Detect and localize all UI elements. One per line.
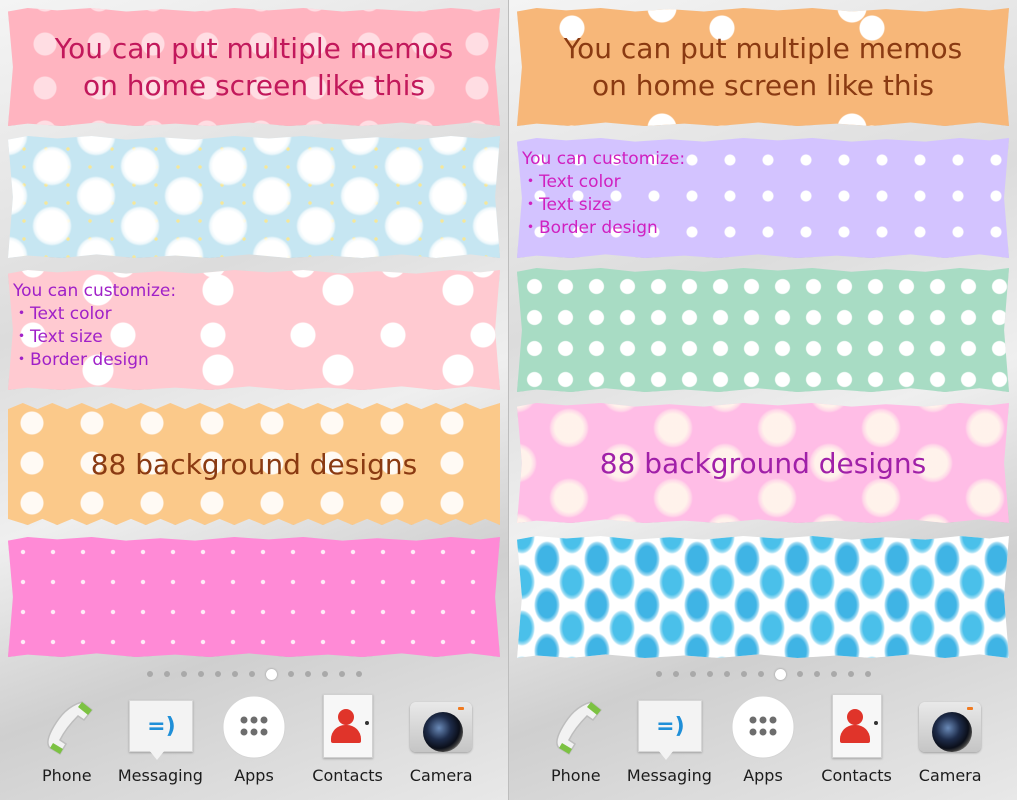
page-dot[interactable] xyxy=(796,671,803,677)
dock-camera[interactable]: Camera xyxy=(396,690,486,785)
camera-icon xyxy=(408,694,474,760)
memo-text xyxy=(8,136,500,258)
page-dot[interactable] xyxy=(231,671,238,677)
page-dot[interactable] xyxy=(689,671,696,677)
memo-text: You can put multiple memos on home scree… xyxy=(563,32,963,102)
memo-widget[interactable] xyxy=(8,136,500,258)
page-dot[interactable] xyxy=(321,671,328,677)
dock-label: Messaging xyxy=(117,766,203,785)
memo-widget[interactable]: You can customize: ・Text color ・Text siz… xyxy=(8,270,500,390)
memo-widget[interactable]: 88 background designs xyxy=(8,403,500,525)
page-dot[interactable] xyxy=(757,671,764,677)
dock-messaging[interactable]: =) Messaging xyxy=(624,690,714,785)
dock-label: Phone xyxy=(42,766,92,785)
phone-icon xyxy=(543,694,609,760)
dock-contacts[interactable]: Contacts xyxy=(812,690,902,785)
page-dot[interactable] xyxy=(146,671,153,677)
home-screen-left: You can put multiple memos on home scree… xyxy=(0,0,508,800)
page-dot[interactable] xyxy=(180,671,187,677)
dock-label: Camera xyxy=(409,766,473,785)
page-dot[interactable] xyxy=(355,671,362,677)
memo-text: 88 background designs xyxy=(90,447,418,481)
page-dot[interactable] xyxy=(672,671,679,677)
dock-label: Messaging xyxy=(626,766,712,785)
apps-icon xyxy=(730,694,796,760)
page-dot[interactable] xyxy=(864,671,871,677)
dock-label: Contacts xyxy=(821,766,892,785)
dock-contacts[interactable]: Contacts xyxy=(303,690,393,785)
dock-apps[interactable]: Apps xyxy=(209,690,299,785)
page-dot[interactable] xyxy=(248,671,255,677)
memo-widget[interactable]: 88 background designs xyxy=(517,403,1009,523)
memo-widget[interactable] xyxy=(517,268,1009,392)
page-dot[interactable] xyxy=(847,671,854,677)
page-dot[interactable] xyxy=(813,671,820,677)
page-dot-active[interactable] xyxy=(774,668,786,680)
memo-text xyxy=(517,536,1009,658)
memo-text: You can put multiple memos on home scree… xyxy=(54,32,454,102)
memo-text xyxy=(8,537,500,657)
page-dot[interactable] xyxy=(655,671,662,677)
page-dot[interactable] xyxy=(830,671,837,677)
messaging-icon: =) xyxy=(636,694,703,760)
dock-label: Contacts xyxy=(312,766,383,785)
dock-phone[interactable]: Phone xyxy=(531,690,621,785)
home-screen-right: You can put multiple memos on home scree… xyxy=(509,0,1017,800)
camera-icon xyxy=(917,694,983,760)
page-dot[interactable] xyxy=(214,671,221,677)
apps-icon xyxy=(221,694,287,760)
messaging-icon: =) xyxy=(127,694,194,760)
memo-widget[interactable]: You can put multiple memos on home scree… xyxy=(8,8,500,126)
dock-apps[interactable]: Apps xyxy=(718,690,808,785)
memo-text xyxy=(517,268,1009,392)
dock-messaging[interactable]: =) Messaging xyxy=(115,690,205,785)
dock-phone[interactable]: Phone xyxy=(22,690,112,785)
dock: Phone =) Messaging Apps Contacts Camera xyxy=(0,690,508,800)
page-dot[interactable] xyxy=(287,671,294,677)
page-dot[interactable] xyxy=(740,671,747,677)
dock-label: Apps xyxy=(234,766,274,785)
page-dot[interactable] xyxy=(723,671,730,677)
phone-icon xyxy=(34,694,100,760)
memo-text: 88 background designs xyxy=(599,446,927,480)
page-dot[interactable] xyxy=(706,671,713,677)
page-dot[interactable] xyxy=(163,671,170,677)
memo-widget[interactable] xyxy=(8,537,500,657)
dock-label: Camera xyxy=(918,766,982,785)
page-dot[interactable] xyxy=(304,671,311,677)
memo-widget[interactable]: You can put multiple memos on home scree… xyxy=(517,8,1009,126)
page-dot-active[interactable] xyxy=(265,668,277,680)
page-dot[interactable] xyxy=(197,671,204,677)
dock: Phone =) Messaging Apps Contacts Camera xyxy=(509,690,1017,800)
memo-widget[interactable] xyxy=(517,536,1009,658)
dock-label: Phone xyxy=(551,766,601,785)
memo-widget[interactable]: You can customize: ・Text color ・Text siz… xyxy=(517,138,1009,258)
page-indicator[interactable] xyxy=(509,667,1017,681)
dock-label: Apps xyxy=(743,766,783,785)
page-dot[interactable] xyxy=(338,671,345,677)
contacts-icon xyxy=(824,694,890,760)
page-indicator[interactable] xyxy=(0,667,508,681)
dock-camera[interactable]: Camera xyxy=(905,690,995,785)
memo-text: You can customize: ・Text color ・Text siz… xyxy=(13,281,177,370)
contacts-icon xyxy=(315,694,381,760)
memo-text: You can customize: ・Text color ・Text siz… xyxy=(522,149,686,238)
